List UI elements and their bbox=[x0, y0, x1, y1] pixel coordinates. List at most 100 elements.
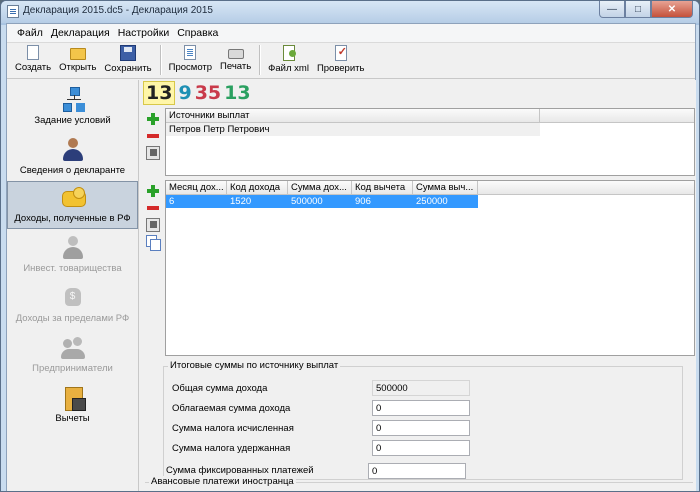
nav-item-investment[interactable]: Инвест. товарищества bbox=[7, 232, 138, 280]
copy-icon[interactable] bbox=[146, 235, 161, 251]
window-controls: — □ ✕ bbox=[599, 1, 693, 18]
client-area: Файл Декларация Настройки Справка Создат… bbox=[6, 23, 696, 491]
total-income-field: 500000 bbox=[372, 380, 470, 396]
open-button[interactable]: Открыть bbox=[55, 43, 100, 77]
money-icon bbox=[59, 185, 87, 211]
check-button[interactable]: Проверить bbox=[313, 43, 369, 77]
printer-icon bbox=[227, 49, 244, 59]
error-counter: 13 9 35 13 bbox=[143, 81, 251, 105]
check-label: Проверить bbox=[316, 63, 365, 74]
edit-icon[interactable] bbox=[146, 146, 160, 160]
remove-icon[interactable] bbox=[146, 201, 160, 215]
investor-icon bbox=[59, 235, 87, 261]
print-button[interactable]: Печать bbox=[216, 43, 255, 77]
table-cell: 1520 bbox=[230, 196, 252, 207]
fixed-payments-label: Сумма фиксированных платежей bbox=[166, 465, 314, 476]
column-header[interactable]: Код вычета bbox=[352, 181, 413, 194]
folder-open-icon bbox=[69, 48, 86, 60]
tree-icon bbox=[59, 87, 87, 113]
menu-declaration[interactable]: Декларация bbox=[47, 27, 114, 39]
calculator-icon bbox=[59, 385, 87, 411]
app-window: Декларация 2015.dc5 - Декларация 2015 — … bbox=[0, 0, 700, 492]
minimize-button[interactable]: — bbox=[599, 1, 625, 18]
total-income-label: Общая сумма дохода bbox=[172, 383, 268, 394]
column-header[interactable]: Сумма дох... bbox=[288, 181, 352, 194]
counter-value: 9 bbox=[178, 82, 192, 104]
column-header[interactable]: Месяц дох... bbox=[166, 181, 227, 194]
save-button[interactable]: Сохранить bbox=[100, 43, 155, 77]
nav-item-deductions[interactable]: Вычеты bbox=[7, 382, 138, 430]
totals-legend: Итоговые суммы по источнику выплат bbox=[168, 360, 341, 371]
app-icon bbox=[7, 5, 19, 18]
table-cell: Петров Петр Петрович bbox=[169, 124, 270, 135]
nav-item-entrepreneurs[interactable]: Предприниматели bbox=[7, 332, 138, 380]
tax-withheld-label: Сумма налога удержанная bbox=[172, 443, 291, 454]
left-navigation: Задание условий Сведения о декларанте До… bbox=[7, 80, 139, 491]
preview-document-icon bbox=[184, 45, 197, 60]
column-header[interactable]: Код дохода bbox=[227, 181, 288, 194]
table-cell: 500000 bbox=[291, 196, 323, 207]
title-bar[interactable]: Декларация 2015.dc5 - Декларация 2015 — … bbox=[1, 1, 699, 23]
nav-label: Вычеты bbox=[55, 413, 90, 424]
print-label: Печать bbox=[220, 61, 252, 72]
table-cell: 906 bbox=[355, 196, 371, 207]
group-icon bbox=[59, 335, 87, 361]
nav-label: Доходы, полученные в РФ bbox=[14, 213, 131, 224]
income-actions bbox=[146, 184, 161, 251]
nav-item-declarant[interactable]: Сведения о декларанте bbox=[7, 134, 138, 182]
nav-label: Задание условий bbox=[34, 115, 111, 126]
nav-label: Сведения о декларанте bbox=[19, 165, 126, 176]
table-cell: 250000 bbox=[416, 196, 448, 207]
taxable-label: Облагаемая сумма дохода bbox=[172, 403, 291, 414]
add-icon[interactable] bbox=[146, 112, 160, 126]
menu-help[interactable]: Справка bbox=[173, 27, 222, 39]
check-document-icon bbox=[334, 45, 347, 61]
floppy-disk-icon bbox=[120, 45, 137, 61]
toolbar: Создать Открыть Сохранить Просмотр Печат… bbox=[7, 43, 695, 79]
nav-item-conditions[interactable]: Задание условий bbox=[7, 84, 138, 132]
sources-actions bbox=[146, 112, 160, 160]
nav-item-income-rf[interactable]: Доходы, полученные в РФ bbox=[7, 181, 138, 229]
edit-icon[interactable] bbox=[146, 218, 160, 232]
table-row[interactable]: Петров Петр Петрович bbox=[166, 123, 540, 136]
nav-label: Инвест. товарищества bbox=[23, 263, 122, 274]
nav-label: Доходы за пределами РФ bbox=[15, 313, 130, 324]
create-button[interactable]: Создать bbox=[11, 43, 55, 77]
menu-bar: Файл Декларация Настройки Справка bbox=[7, 24, 695, 43]
menu-file[interactable]: Файл bbox=[13, 27, 47, 39]
remove-icon[interactable] bbox=[146, 129, 160, 143]
nav-label: Предприниматели bbox=[32, 363, 113, 374]
window-title: Декларация 2015.dc5 - Декларация 2015 bbox=[23, 5, 213, 16]
main-panel: 13 9 35 13 Источники выплат Петров Петр … bbox=[141, 80, 696, 491]
xml-file-icon bbox=[282, 45, 296, 61]
menu-settings[interactable]: Настройки bbox=[114, 27, 174, 39]
maximize-button[interactable]: □ bbox=[625, 1, 651, 18]
nav-item-foreign-income[interactable]: Доходы за пределами РФ bbox=[7, 282, 138, 330]
fixed-payments-field[interactable]: 0 bbox=[368, 463, 466, 479]
xml-label: Файл xml bbox=[268, 63, 309, 74]
column-header[interactable]: Сумма выч... bbox=[413, 181, 478, 194]
tax-calculated-field[interactable]: 0 bbox=[372, 420, 470, 436]
person-icon bbox=[59, 137, 87, 163]
add-icon[interactable] bbox=[146, 184, 160, 198]
xml-file-button[interactable]: Файл xml bbox=[264, 43, 313, 77]
income-header: Месяц дох... Код дохода Сумма дох... Код… bbox=[166, 181, 694, 195]
toolbar-separator bbox=[159, 45, 161, 75]
counter-value: 13 bbox=[224, 82, 251, 104]
preview-label: Просмотр bbox=[168, 62, 213, 73]
sources-grid: Источники выплат Петров Петр Петрович bbox=[165, 108, 695, 176]
tax-calculated-label: Сумма налога исчисленная bbox=[172, 423, 294, 434]
save-label: Сохранить bbox=[104, 63, 152, 74]
advance-group: Авансовые платежи иностранца bbox=[145, 476, 693, 491]
taxable-field[interactable]: 0 bbox=[372, 400, 470, 416]
new-document-icon bbox=[27, 45, 40, 60]
counter-value: 13 bbox=[143, 81, 176, 105]
money-bag-icon bbox=[59, 285, 87, 311]
preview-button[interactable]: Просмотр bbox=[165, 43, 216, 77]
table-row[interactable]: 6 1520 500000 906 250000 bbox=[166, 195, 478, 208]
sources-header: Источники выплат bbox=[166, 109, 694, 123]
create-label: Создать bbox=[15, 62, 52, 73]
column-header[interactable]: Источники выплат bbox=[166, 109, 540, 122]
close-button[interactable]: ✕ bbox=[651, 1, 693, 18]
tax-withheld-field[interactable]: 0 bbox=[372, 440, 470, 456]
